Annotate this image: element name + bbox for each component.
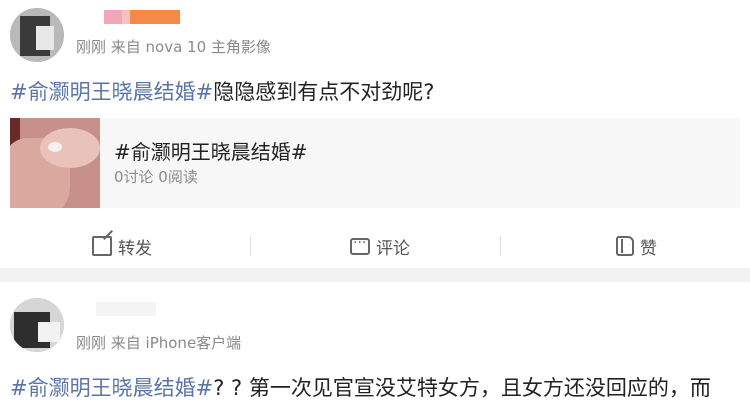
hashtag-link[interactable]: #俞灏明王晓晨结婚# <box>10 376 213 400</box>
post-text: #俞灏明王晓晨结婚#? ? 第一次见官宣没艾特女方，且女方还没回应的，而 <box>10 372 711 402</box>
username-redacted[interactable] <box>96 302 156 316</box>
like-button[interactable]: 赞 <box>616 228 657 264</box>
post-text-body: 隐隐感到有点不对劲呢? <box>213 80 435 104</box>
topic-card-title: #俞灏明王晓晨结婚# <box>114 140 308 164</box>
weibo-post: 刚刚 来自 nova 10 主角影像 #俞灏明王晓晨结婚#隐隐感到有点不对劲呢?… <box>0 0 750 268</box>
topic-card-image <box>10 118 100 208</box>
post-text-body: ? ? 第一次见官宣没艾特女方，且女方还没回应的，而 <box>213 376 711 400</box>
weibo-post: 刚刚 来自 iPhone客户端 #俞灏明王晓晨结婚#? ? 第一次见官宣没艾特女… <box>0 282 750 411</box>
divider <box>250 236 251 256</box>
divider <box>500 236 501 256</box>
avatar[interactable] <box>10 298 64 352</box>
comment-button[interactable]: 评论 <box>350 228 410 264</box>
repost-label: 转发 <box>118 238 152 259</box>
topic-card-stats: 0讨论 0阅读 <box>114 168 198 186</box>
comment-label: 评论 <box>376 238 410 259</box>
repost-icon <box>92 236 112 256</box>
comment-icon <box>350 235 370 255</box>
post-actions: 转发 评论 赞 <box>0 228 750 264</box>
post-meta: 刚刚 来自 iPhone客户端 <box>76 334 242 352</box>
post-text: #俞灏明王晓晨结婚#隐隐感到有点不对劲呢? <box>10 76 434 106</box>
repost-button[interactable]: 转发 <box>92 228 152 264</box>
post-meta: 刚刚 来自 nova 10 主角影像 <box>76 38 271 56</box>
username-redacted[interactable] <box>104 10 180 24</box>
hashtag-link[interactable]: #俞灏明王晓晨结婚# <box>10 80 213 104</box>
topic-card[interactable]: #俞灏明王晓晨结婚# 0讨论 0阅读 <box>10 118 740 208</box>
avatar[interactable] <box>10 8 64 62</box>
thumbs-up-icon <box>616 236 634 256</box>
like-label: 赞 <box>640 238 657 259</box>
